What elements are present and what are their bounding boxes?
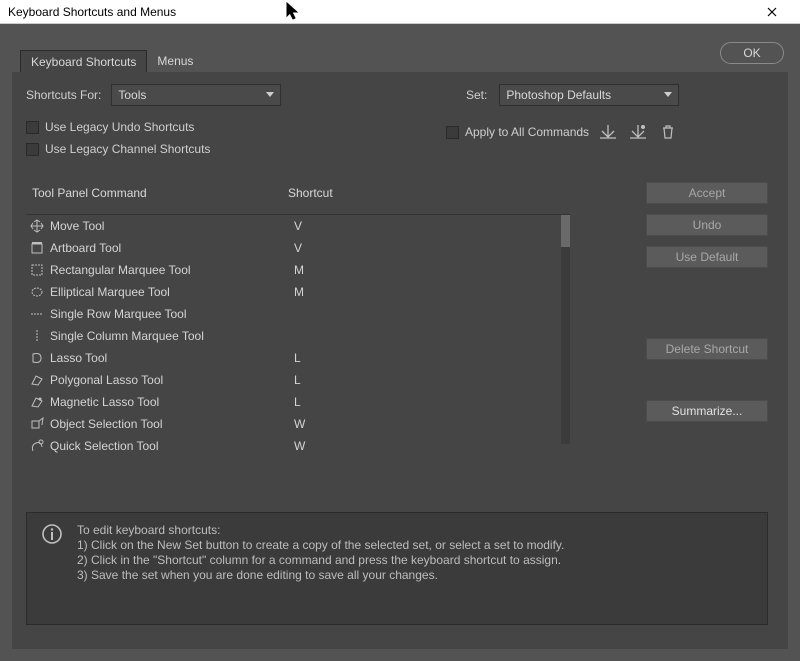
- table-row[interactable]: Single Column Marquee Tool: [26, 325, 570, 347]
- tool-name: Single Row Marquee Tool: [48, 307, 288, 321]
- chevron-down-icon: [266, 92, 274, 98]
- apply-all-checkbox[interactable]: Apply to All Commands: [446, 125, 589, 139]
- shortcut-table: Tool Panel Command Shortcut Move ToolVAr…: [26, 182, 570, 444]
- table-row[interactable]: Move ToolV: [26, 215, 570, 237]
- table-row[interactable]: Polygonal Lasso ToolL: [26, 369, 570, 391]
- tool-icon: [26, 285, 48, 299]
- help-line-2: 2) Click in the "Shortcut" column for a …: [77, 553, 564, 568]
- new-set-button[interactable]: [627, 122, 649, 142]
- dialog-body: Keyboard Shortcuts Menus OK Cancel Short…: [0, 24, 800, 661]
- tool-icon: [26, 373, 48, 387]
- tool-icon: [26, 395, 48, 409]
- tool-icon: [26, 263, 48, 277]
- table-row[interactable]: Rectangular Marquee ToolM: [26, 259, 570, 281]
- set-dropdown[interactable]: Photoshop Defaults: [499, 84, 679, 106]
- use-legacy-undo-label: Use Legacy Undo Shortcuts: [45, 120, 194, 134]
- tool-shortcut[interactable]: W: [288, 439, 305, 453]
- tool-name: Object Selection Tool: [48, 417, 288, 431]
- tool-name: Magnetic Lasso Tool: [48, 395, 288, 409]
- set-label: Set:: [466, 88, 487, 102]
- use-legacy-channel-label: Use Legacy Channel Shortcuts: [45, 142, 210, 156]
- table-row[interactable]: Magnetic Lasso ToolL: [26, 391, 570, 413]
- table-body: Move ToolVArtboard ToolVRectangular Marq…: [26, 214, 570, 444]
- table-header: Tool Panel Command Shortcut: [26, 182, 570, 206]
- tool-icon: [26, 307, 48, 321]
- tool-icon: [26, 219, 48, 233]
- tool-name: Rectangular Marquee Tool: [48, 263, 288, 277]
- close-icon: [767, 7, 777, 17]
- main-panel: Shortcuts For: Tools Set: Photoshop Defa…: [12, 72, 788, 649]
- tool-name: Elliptical Marquee Tool: [48, 285, 288, 299]
- tool-icon: [26, 351, 48, 365]
- shortcuts-for-value: Tools: [118, 88, 146, 102]
- checkbox-box-icon: [26, 121, 39, 134]
- table-row[interactable]: Lasso ToolL: [26, 347, 570, 369]
- tool-shortcut[interactable]: L: [288, 351, 301, 365]
- save-set-button[interactable]: [597, 122, 619, 142]
- table-row[interactable]: Elliptical Marquee ToolM: [26, 281, 570, 303]
- scrollbar-thumb[interactable]: [561, 215, 570, 247]
- tool-icon: [26, 241, 48, 255]
- tool-name: Quick Selection Tool: [48, 439, 288, 453]
- tool-name: Single Column Marquee Tool: [48, 329, 288, 343]
- tool-name: Lasso Tool: [48, 351, 288, 365]
- scrollbar[interactable]: [561, 215, 570, 444]
- tool-shortcut[interactable]: M: [288, 263, 304, 277]
- use-legacy-channel-checkbox[interactable]: Use Legacy Channel Shortcuts: [26, 142, 210, 156]
- trash-icon: [661, 125, 675, 139]
- tool-shortcut[interactable]: L: [288, 395, 301, 409]
- column-header-command[interactable]: Tool Panel Command: [26, 186, 288, 200]
- help-line-3: 3) Save the set when you are done editin…: [77, 568, 564, 583]
- tool-icon: [26, 439, 48, 453]
- set-value: Photoshop Defaults: [506, 88, 611, 102]
- delete-set-button[interactable]: [657, 122, 679, 142]
- use-default-button[interactable]: Use Default: [646, 246, 768, 268]
- tool-icon: [26, 329, 48, 343]
- column-header-shortcut[interactable]: Shortcut: [288, 186, 550, 200]
- shortcuts-for-dropdown[interactable]: Tools: [111, 84, 281, 106]
- table-row[interactable]: Quick Selection ToolW: [26, 435, 570, 457]
- shortcuts-for-label: Shortcuts For:: [26, 88, 101, 102]
- help-panel: To edit keyboard shortcuts: 1) Click on …: [26, 512, 768, 625]
- table-row[interactable]: Object Selection ToolW: [26, 413, 570, 435]
- title-bar: Keyboard Shortcuts and Menus: [0, 0, 800, 24]
- accept-button[interactable]: Accept: [646, 182, 768, 204]
- new-set-icon: [630, 125, 646, 139]
- save-set-icon: [600, 125, 616, 139]
- tool-shortcut[interactable]: V: [288, 219, 302, 233]
- delete-shortcut-button[interactable]: Delete Shortcut: [646, 338, 768, 360]
- window-title: Keyboard Shortcuts and Menus: [8, 5, 176, 19]
- side-actions: Accept Undo Use Default Delete Shortcut …: [646, 182, 768, 432]
- table-row[interactable]: Artboard ToolV: [26, 237, 570, 259]
- tool-name: Polygonal Lasso Tool: [48, 373, 288, 387]
- undo-button[interactable]: Undo: [646, 214, 768, 236]
- ok-button[interactable]: OK: [720, 42, 784, 64]
- close-button[interactable]: [752, 1, 792, 23]
- help-title: To edit keyboard shortcuts:: [77, 523, 564, 538]
- checkbox-box-icon: [26, 143, 39, 156]
- tool-shortcut[interactable]: M: [288, 285, 304, 299]
- chevron-down-icon: [664, 92, 672, 98]
- tool-shortcut[interactable]: L: [288, 373, 301, 387]
- summarize-button[interactable]: Summarize...: [646, 400, 768, 422]
- checkbox-box-icon: [446, 126, 459, 139]
- tool-name: Artboard Tool: [48, 241, 288, 255]
- use-legacy-undo-checkbox[interactable]: Use Legacy Undo Shortcuts: [26, 120, 210, 134]
- apply-all-label: Apply to All Commands: [465, 125, 589, 139]
- tool-icon: [26, 417, 48, 431]
- tool-name: Move Tool: [48, 219, 288, 233]
- help-line-1: 1) Click on the New Set button to create…: [77, 538, 564, 553]
- tool-shortcut[interactable]: V: [288, 241, 302, 255]
- table-row[interactable]: Single Row Marquee Tool: [26, 303, 570, 325]
- info-icon: [41, 523, 63, 545]
- help-text: To edit keyboard shortcuts: 1) Click on …: [77, 523, 564, 614]
- tool-shortcut[interactable]: W: [288, 417, 305, 431]
